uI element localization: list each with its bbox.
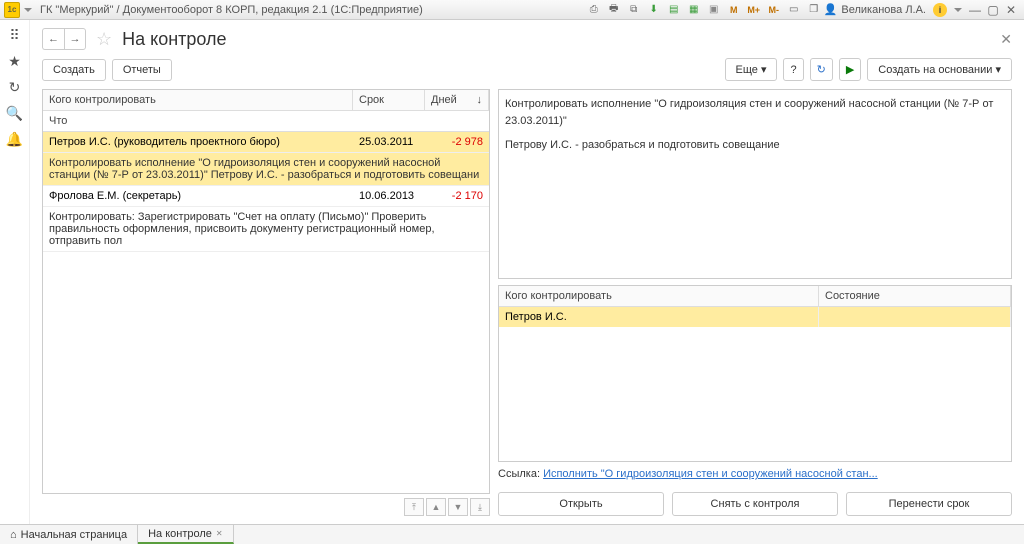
toolbar-icon-compare[interactable]: ⧉ bbox=[626, 2, 642, 18]
cell-detail: Контролировать исполнение "О гидроизоляц… bbox=[43, 152, 489, 185]
bottom-tab-bar: ⌂ Начальная страница На контроле ✕ bbox=[0, 524, 1024, 544]
remove-control-button[interactable]: Снять с контроля bbox=[672, 492, 838, 516]
sort-desc-icon: ↓ bbox=[477, 94, 483, 106]
toolbar-icon-printer[interactable]: 🖶 bbox=[606, 2, 622, 18]
left-nav-bar: ⠿ ★ ↻ 🔍 🔔 bbox=[0, 20, 30, 524]
cell-who: Фролова Е.М. (секретарь) bbox=[43, 186, 353, 206]
move-down-button[interactable]: ▼ bbox=[448, 498, 468, 516]
link-label: Ссылка: bbox=[498, 468, 540, 480]
move-bottom-button[interactable]: ⤓ bbox=[470, 498, 490, 516]
toolbar-icon-calc[interactable]: ▤ bbox=[666, 2, 682, 18]
notifications-icon[interactable]: 🔔 bbox=[8, 132, 22, 146]
controllers-grid[interactable]: Кого контролировать Состояние Петров И.С… bbox=[498, 285, 1012, 462]
window-title: ГК "Меркурий" / Документооборот 8 КОРП, … bbox=[40, 4, 423, 16]
table-row[interactable]: Фролова Е.М. (секретарь) 10.06.2013 -2 1… bbox=[43, 186, 489, 252]
col-what[interactable]: Что bbox=[43, 111, 489, 132]
tab-home-label: Начальная страница bbox=[21, 529, 127, 541]
control-grid[interactable]: Кого контролировать Срок Дней ↓ Что Петро… bbox=[42, 89, 490, 494]
window-close[interactable]: ✕ bbox=[1002, 3, 1020, 17]
page-title: На контроле bbox=[122, 29, 226, 50]
favorites-icon[interactable]: ★ bbox=[8, 54, 22, 68]
main-area: ← → ☆ На контроле ✕ Создать Отчеты Еще ▾… bbox=[30, 20, 1024, 524]
sg-cell-who: Петров И.С. bbox=[499, 307, 819, 327]
toolbar-m[interactable]: M bbox=[726, 2, 742, 18]
history-icon[interactable]: ↻ bbox=[8, 80, 22, 94]
more-label: Еще bbox=[736, 64, 758, 76]
user-name[interactable]: Великанова Л.А. bbox=[841, 4, 926, 16]
cell-days: -2 978 bbox=[425, 132, 489, 152]
help-button[interactable]: ? bbox=[783, 58, 803, 81]
toolbar-icon-calendar[interactable]: ▦ bbox=[686, 2, 702, 18]
search-icon[interactable]: 🔍 bbox=[8, 106, 22, 120]
link-row: Ссылка: Исполнить "О гидроизоляция стен … bbox=[498, 462, 1012, 486]
right-pane: Контролировать исполнение "О гидроизоляц… bbox=[498, 89, 1012, 516]
tab-home[interactable]: ⌂ Начальная страница bbox=[0, 525, 138, 544]
execute-button[interactable]: ▶ bbox=[839, 58, 861, 81]
sg-col-state[interactable]: Состояние bbox=[819, 286, 1011, 306]
favorite-star-icon[interactable]: ☆ bbox=[96, 29, 112, 50]
move-date-button[interactable]: Перенести срок bbox=[846, 492, 1012, 516]
app-logo-1c[interactable]: 1c bbox=[4, 2, 20, 18]
cell-days: -2 170 bbox=[425, 186, 489, 206]
move-up-button[interactable]: ▲ bbox=[426, 498, 446, 516]
detail-link[interactable]: Исполнить "О гидроизоляция стен и сооруж… bbox=[543, 468, 878, 480]
page-close-icon[interactable]: ✕ bbox=[1000, 31, 1012, 48]
nav-forward-button[interactable]: → bbox=[64, 28, 86, 50]
nav-back-button[interactable]: ← bbox=[42, 28, 64, 50]
sg-cell-state bbox=[819, 307, 1011, 327]
cell-who: Петров И.С. (руководитель проектного бюр… bbox=[43, 132, 353, 152]
col-days[interactable]: Дней ↓ bbox=[425, 90, 489, 110]
cell-due: 25.03.2011 bbox=[353, 132, 425, 152]
col-who[interactable]: Кого контролировать bbox=[43, 90, 353, 110]
tab-close-icon[interactable]: ✕ bbox=[216, 529, 223, 538]
toolbar-icon-windows[interactable]: ❐ bbox=[806, 2, 822, 18]
window-minimize[interactable]: — bbox=[966, 3, 984, 17]
move-top-button[interactable]: ⤒ bbox=[404, 498, 424, 516]
toolbar-mplus[interactable]: M+ bbox=[746, 2, 762, 18]
window-maximize[interactable]: ▢ bbox=[984, 3, 1002, 17]
content: Кого контролировать Срок Дней ↓ Что Петро… bbox=[42, 89, 1012, 516]
page-header: ← → ☆ На контроле ✕ bbox=[42, 28, 1012, 50]
info-dropdown-icon[interactable] bbox=[954, 8, 962, 12]
tab-current-label: На контроле bbox=[148, 528, 212, 540]
sg-row[interactable]: Петров И.С. bbox=[499, 307, 1011, 327]
create-button[interactable]: Создать bbox=[42, 59, 106, 81]
user-icon: 👤 bbox=[824, 3, 838, 16]
desc-line1: Контролировать исполнение "О гидроизоляц… bbox=[505, 96, 1005, 129]
toolbar-mminus[interactable]: M- bbox=[766, 2, 782, 18]
col-days-label: Дней bbox=[431, 94, 457, 106]
tab-current[interactable]: На контроле ✕ bbox=[138, 525, 234, 544]
reports-button[interactable]: Отчеты bbox=[112, 59, 172, 81]
cell-due: 10.06.2013 bbox=[353, 186, 425, 206]
cell-detail: Контролировать: Зарегистрировать "Счет н… bbox=[43, 206, 489, 251]
sg-col-who[interactable]: Кого контролировать bbox=[499, 286, 819, 306]
create-based-button[interactable]: Создать на основании ▾ bbox=[867, 58, 1012, 81]
home-icon: ⌂ bbox=[10, 529, 17, 541]
page-toolbar: Создать Отчеты Еще ▾ ? ↻ ▶ Создать на ос… bbox=[42, 58, 1012, 81]
toolbar-icon-info[interactable]: i bbox=[932, 2, 948, 18]
desc-line2: Петрову И.С. - разобраться и подготовить… bbox=[505, 137, 1005, 154]
open-button[interactable]: Открыть bbox=[498, 492, 664, 516]
apps-icon[interactable]: ⠿ bbox=[8, 28, 22, 42]
toolbar-icon-save[interactable]: ⬇ bbox=[646, 2, 662, 18]
table-row[interactable]: Петров И.С. (руководитель проектного бюр… bbox=[43, 132, 489, 186]
toolbar-icon-book[interactable]: ▭ bbox=[786, 2, 802, 18]
toolbar-icon-nav[interactable]: ▣ bbox=[706, 2, 722, 18]
left-pane: Кого контролировать Срок Дней ↓ Что Петро… bbox=[42, 89, 490, 516]
col-due[interactable]: Срок bbox=[353, 90, 425, 110]
action-buttons: Открыть Снять с контроля Перенести срок bbox=[498, 492, 1012, 516]
app-menu-dropdown-icon[interactable] bbox=[24, 8, 32, 12]
toolbar-icon-print[interactable]: ⎙ bbox=[586, 2, 602, 18]
grid-header: Кого контролировать Срок Дней ↓ bbox=[43, 90, 489, 111]
create-based-label: Создать на основании bbox=[878, 64, 992, 76]
description-box: Контролировать исполнение "О гидроизоляц… bbox=[498, 89, 1012, 279]
sg-header: Кого контролировать Состояние bbox=[499, 286, 1011, 307]
more-button[interactable]: Еще ▾ bbox=[725, 58, 778, 81]
refresh-button[interactable]: ↻ bbox=[810, 58, 833, 81]
row-order-buttons: ⤒ ▲ ▼ ⤓ bbox=[42, 498, 490, 516]
system-titlebar: 1c ГК "Меркурий" / Документооборот 8 КОР… bbox=[0, 0, 1024, 20]
